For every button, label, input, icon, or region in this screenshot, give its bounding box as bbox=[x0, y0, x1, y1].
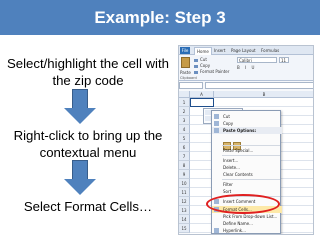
arrow-head bbox=[64, 179, 96, 195]
paste-options bbox=[223, 135, 243, 150]
ribbon-tabs: File Home Insert Page Layout Formulas bbox=[179, 46, 313, 55]
row-header[interactable]: 2 bbox=[179, 107, 190, 116]
context-menu: Cut Copy Paste Options: Paste Special...… bbox=[211, 110, 282, 234]
selected-cell[interactable] bbox=[190, 98, 214, 107]
step-2-text: Right-click to bring up the contextual m… bbox=[13, 128, 163, 160]
menu-item-delete[interactable]: Delete... bbox=[212, 164, 282, 171]
row-header[interactable]: 3 bbox=[179, 116, 190, 125]
row-header[interactable]: 9 bbox=[179, 170, 190, 179]
cut-label: Cut bbox=[200, 57, 207, 62]
down-arrow-icon bbox=[64, 160, 96, 195]
brush-icon bbox=[194, 70, 198, 74]
row-header[interactable]: 5 bbox=[179, 134, 190, 143]
copy-icon bbox=[194, 64, 198, 68]
scissors-icon bbox=[214, 114, 219, 119]
arrow-shaft bbox=[72, 89, 88, 108]
arrow-shaft bbox=[72, 160, 88, 179]
step-3-text: Select Format Cells… bbox=[23, 199, 153, 214]
scissors-icon bbox=[194, 58, 198, 62]
font-size-select[interactable]: 11 bbox=[279, 57, 289, 63]
row-header[interactable]: 4 bbox=[179, 125, 190, 134]
menu-separator bbox=[222, 179, 280, 180]
row-header[interactable]: 14 bbox=[179, 215, 190, 224]
menu-separator bbox=[222, 145, 280, 146]
row-header[interactable]: 12 bbox=[179, 197, 190, 206]
formula-bar[interactable] bbox=[205, 82, 313, 89]
arrow-head bbox=[64, 108, 96, 124]
copy-button[interactable]: Copy bbox=[194, 63, 210, 68]
row-header[interactable]: 11 bbox=[179, 188, 190, 197]
row-header[interactable]: 7 bbox=[179, 152, 190, 161]
menu-item-hyperlink[interactable]: Hyperlink... bbox=[212, 227, 282, 234]
column-header-b[interactable]: B bbox=[214, 91, 313, 98]
row-header[interactable]: 6 bbox=[179, 143, 190, 152]
ribbon: Paste Cut Copy Format Painter Calibri 11… bbox=[179, 55, 313, 81]
clipboard-group-label: Clipboard bbox=[180, 76, 197, 80]
clipboard-icon bbox=[214, 128, 219, 133]
row-header[interactable]: 13 bbox=[179, 206, 190, 215]
name-box[interactable] bbox=[179, 82, 203, 89]
font-name-select[interactable]: Calibri bbox=[237, 57, 277, 63]
row-header[interactable]: 15 bbox=[179, 224, 190, 233]
menu-item-filter[interactable]: Filter bbox=[212, 181, 282, 188]
menu-item-paste-special[interactable]: Paste Special... bbox=[212, 147, 282, 154]
cut-button[interactable]: Cut bbox=[194, 57, 207, 62]
row-header[interactable]: 10 bbox=[179, 179, 190, 188]
tab-page-layout[interactable]: Page Layout bbox=[231, 47, 256, 54]
format-buttons[interactable]: B I U bbox=[237, 65, 256, 70]
tab-home[interactable]: Home bbox=[194, 47, 212, 55]
copy-icon bbox=[214, 121, 219, 126]
row-header[interactable]: 1 bbox=[179, 98, 190, 107]
menu-separator bbox=[222, 155, 280, 156]
paste-label: Paste bbox=[180, 70, 191, 75]
step-1-text: Select/highlight the cell with the zip c… bbox=[6, 56, 169, 88]
menu-header-paste-options: Paste Options: bbox=[212, 127, 282, 134]
menu-label: Hyperlink... bbox=[223, 228, 246, 233]
menu-item-cut[interactable]: Cut bbox=[212, 113, 282, 120]
tab-formulas[interactable]: Formulas bbox=[261, 47, 279, 54]
row-header[interactable]: 8 bbox=[179, 161, 190, 170]
down-arrow-icon bbox=[64, 89, 96, 124]
tab-insert[interactable]: Insert bbox=[214, 47, 225, 54]
format-painter-button[interactable]: Format Painter bbox=[194, 69, 229, 74]
slide-title: Example: Step 3 bbox=[94, 8, 226, 27]
column-header-a[interactable]: A bbox=[190, 91, 214, 98]
menu-item-copy[interactable]: Copy bbox=[212, 120, 282, 127]
tab-file[interactable]: File bbox=[180, 47, 190, 54]
format-painter-label: Format Painter bbox=[200, 69, 230, 74]
menu-item-insert[interactable]: Insert... bbox=[212, 157, 282, 164]
menu-label: Copy bbox=[223, 121, 234, 126]
copy-label: Copy bbox=[200, 63, 211, 68]
menu-item-clear-contents[interactable]: Clear Contents bbox=[212, 171, 282, 178]
menu-label: Cut bbox=[223, 114, 230, 119]
link-icon bbox=[214, 228, 219, 233]
highlight-ellipse bbox=[206, 194, 280, 214]
paste-icon[interactable] bbox=[181, 57, 190, 68]
select-all-corner[interactable] bbox=[179, 91, 190, 98]
row-headers: 1 2 3 4 5 6 7 8 9 10 11 12 13 14 15 bbox=[179, 98, 190, 233]
menu-item-define-name[interactable]: Define Name... bbox=[212, 220, 282, 227]
menu-item-pick-from-list[interactable]: Pick From Drop-down List... bbox=[212, 213, 282, 220]
menu-label: Paste Options: bbox=[223, 128, 257, 133]
